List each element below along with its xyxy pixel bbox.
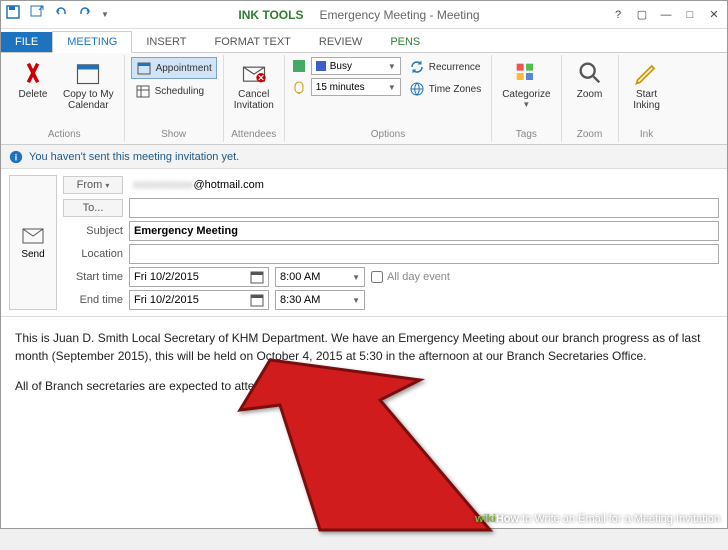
title-bar: ▼ INK TOOLS Emergency Meeting - Meeting … <box>1 1 727 29</box>
location-label: Location <box>63 248 123 260</box>
group-show: Appointment Scheduling Show <box>125 55 224 142</box>
group-options-label: Options <box>291 129 485 140</box>
from-value: xxxxxxxxxxx@hotmail.com <box>129 175 719 195</box>
svg-text:i: i <box>15 152 17 162</box>
outlook-meeting-window: ▼ INK TOOLS Emergency Meeting - Meeting … <box>0 0 728 529</box>
group-actions: Delete Copy to My Calendar Actions <box>5 55 125 142</box>
maximize-icon[interactable]: □ <box>681 6 699 24</box>
qat-dropdown-icon[interactable]: ▼ <box>101 10 109 19</box>
delete-label: Delete <box>19 89 48 100</box>
send-button[interactable]: Send <box>9 175 57 310</box>
tab-format-text[interactable]: FORMAT TEXT <box>201 32 305 52</box>
redo-icon[interactable] <box>77 4 93 25</box>
group-zoom-label: Zoom <box>568 129 612 140</box>
tab-review[interactable]: REVIEW <box>305 32 376 52</box>
start-ink-label: Start Inking <box>633 89 660 111</box>
scheduling-label: Scheduling <box>155 86 204 97</box>
location-input[interactable] <box>129 244 719 264</box>
help-icon[interactable]: ? <box>609 6 627 24</box>
minimize-icon[interactable]: — <box>657 6 675 24</box>
cancel-inv-label: Cancel Invitation <box>234 89 274 111</box>
text-cursor <box>268 380 269 394</box>
group-actions-label: Actions <box>11 129 118 140</box>
scheduling-button[interactable]: Scheduling <box>131 81 217 101</box>
start-date-picker[interactable]: Fri 10/2/2015 <box>129 267 269 287</box>
cancel-invitation-button[interactable]: Cancel Invitation <box>230 57 278 113</box>
group-show-label: Show <box>131 129 217 140</box>
info-bar: i You haven't sent this meeting invitati… <box>1 145 727 169</box>
ribbon-collapse-icon[interactable]: ▢ <box>633 6 651 24</box>
busy-label: Busy <box>330 61 352 72</box>
group-zoom: Zoom Zoom <box>562 55 619 142</box>
tab-insert[interactable]: INSERT <box>132 32 200 52</box>
reminder-label: 15 minutes <box>316 82 365 93</box>
close-icon[interactable]: ✕ <box>705 6 723 24</box>
info-text: You haven't sent this meeting invitation… <box>29 151 239 163</box>
group-attendees-label: Attendees <box>230 129 278 140</box>
delete-button[interactable]: Delete <box>11 57 55 102</box>
group-tags: Categorize ▼ Tags <box>492 55 561 142</box>
ribbon: Delete Copy to My Calendar Actions Appoi… <box>1 53 727 145</box>
window-title: Emergency Meeting - Meeting <box>319 8 479 22</box>
message-body[interactable]: This is Juan D. Smith Local Secretary of… <box>1 317 727 528</box>
wikihow-watermark: wikiHow to Write an Email for a Meeting … <box>475 513 720 525</box>
context-tab-label: INK TOOLS <box>238 8 303 22</box>
recurrence-button[interactable]: Recurrence <box>405 57 485 77</box>
tab-file[interactable]: FILE <box>1 32 52 52</box>
calendar-icon <box>250 293 264 307</box>
start-inking-button[interactable]: Start Inking <box>625 57 669 113</box>
time-zones-button[interactable]: Time Zones <box>405 79 485 99</box>
compose-header: Send From ▾ xxxxxxxxxxx@hotmail.com To..… <box>1 169 727 317</box>
group-attendees: Cancel Invitation Attendees <box>224 55 285 142</box>
to-input[interactable] <box>129 198 719 218</box>
calendar-icon <box>250 270 264 284</box>
start-time-picker[interactable]: 8:00 AM▼ <box>275 267 365 287</box>
start-time-label: Start time <box>63 271 123 283</box>
appointment-label: Appointment <box>156 63 212 74</box>
group-ink-label: Ink <box>625 129 669 140</box>
subject-input[interactable] <box>129 221 719 241</box>
body-paragraph-1: This is Juan D. Smith Local Secretary of… <box>15 329 713 365</box>
end-time-picker[interactable]: 8:30 AM▼ <box>275 290 365 310</box>
end-time-label: End time <box>63 294 123 306</box>
undo-icon[interactable] <box>53 4 69 25</box>
zoom-button[interactable]: Zoom <box>568 57 612 102</box>
subject-label: Subject <box>63 225 123 237</box>
to-button[interactable]: To... <box>63 199 123 217</box>
all-day-checkbox[interactable]: All day event <box>371 271 450 283</box>
reminder-dropdown[interactable]: 15 minutes ▼ <box>311 78 401 96</box>
quick-access-toolbar: ▼ <box>5 4 109 25</box>
tz-label: Time Zones <box>429 84 481 95</box>
copy-cal-label: Copy to My Calendar <box>63 89 114 111</box>
group-options: Busy ▼ 15 minutes ▼ <box>285 55 492 142</box>
save-icon[interactable] <box>5 4 21 25</box>
send-label: Send <box>21 249 44 260</box>
zoom-label: Zoom <box>577 89 603 100</box>
group-ink: Start Inking Ink <box>619 55 675 142</box>
group-tags-label: Tags <box>498 129 554 140</box>
recurrence-label: Recurrence <box>429 62 481 73</box>
copy-to-calendar-button[interactable]: Copy to My Calendar <box>59 57 118 113</box>
appointment-button[interactable]: Appointment <box>131 57 217 79</box>
tab-pens[interactable]: PENS <box>376 32 434 52</box>
body-paragraph-2: All of Branch secretaries are expected t… <box>15 379 268 393</box>
show-as-icon <box>291 58 307 74</box>
show-as-dropdown[interactable]: Busy ▼ <box>311 57 401 75</box>
info-icon: i <box>9 150 23 164</box>
tab-meeting[interactable]: MEETING <box>52 31 132 53</box>
reminder-icon <box>291 79 307 95</box>
end-date-picker[interactable]: Fri 10/2/2015 <box>129 290 269 310</box>
save-close-icon[interactable] <box>29 4 45 25</box>
categorize-button[interactable]: Categorize ▼ <box>498 57 554 111</box>
categorize-label: Categorize <box>502 89 550 100</box>
ribbon-tabs: FILE MEETING INSERT FORMAT TEXT REVIEW P… <box>1 29 727 53</box>
from-button[interactable]: From ▾ <box>63 176 123 194</box>
